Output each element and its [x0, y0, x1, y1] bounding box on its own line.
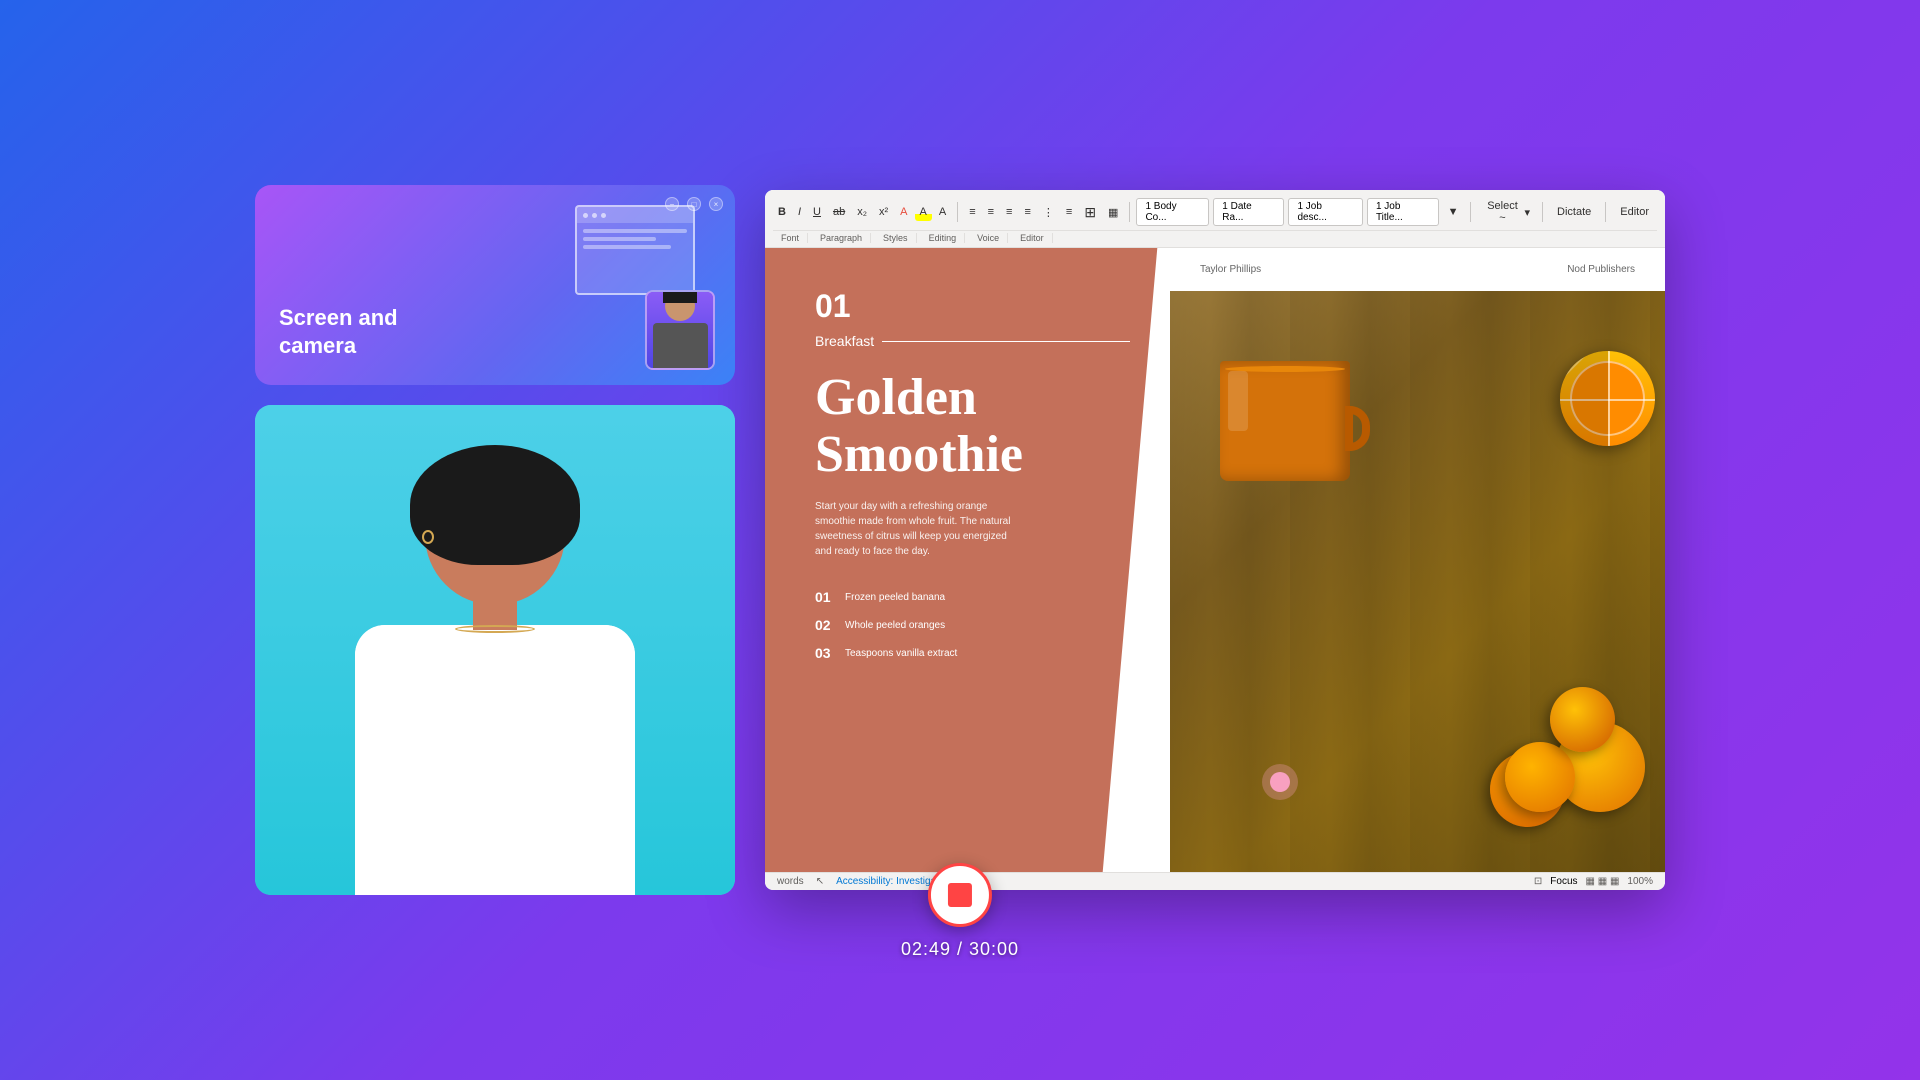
highlight-button[interactable]: A: [915, 203, 932, 221]
numbering-button[interactable]: ≡: [1061, 203, 1077, 221]
close-btn[interactable]: ×: [709, 197, 723, 211]
person-thumbnail: [645, 290, 715, 370]
cursor-icon: ↖: [816, 876, 824, 887]
style-job-title[interactable]: 1 Job Title...: [1367, 198, 1439, 226]
ingredient-num-1: 01: [815, 589, 835, 605]
strikethrough-button[interactable]: ab: [828, 203, 850, 221]
editor-section-label: Editor: [1012, 233, 1053, 243]
superscript-button[interactable]: x²: [874, 203, 893, 221]
stop-icon: [948, 883, 972, 907]
zoom-level: 100%: [1627, 876, 1653, 887]
paragraph-section-label: Paragraph: [812, 233, 871, 243]
separator-2: [1129, 202, 1130, 222]
screen-camera-card[interactable]: − □ ×: [255, 185, 735, 385]
camera-person-view: [255, 405, 735, 895]
recording-overlay: 02:49 / 30:00: [901, 863, 1019, 960]
doc-image-area: [1170, 291, 1665, 872]
bold-button[interactable]: B: [773, 203, 791, 221]
shading-button[interactable]: ▦: [1103, 203, 1123, 222]
justify-button[interactable]: ≡: [1019, 203, 1035, 221]
bullets-button[interactable]: ⋮: [1038, 203, 1059, 222]
ingredient-1: 01 Frozen peeled banana: [815, 589, 1130, 605]
align-center-button[interactable]: ≡: [983, 203, 999, 221]
align-left-button[interactable]: ≡: [964, 203, 980, 221]
layout-view-icons: ▦ ▦ ▦: [1586, 876, 1620, 887]
subscript-button[interactable]: x₂: [852, 203, 872, 221]
focus-button[interactable]: Focus: [1550, 876, 1577, 887]
align-right-button[interactable]: ≡: [1001, 203, 1017, 221]
person-small-image: [647, 292, 713, 368]
ingredient-text-2: Whole peeled oranges: [845, 620, 945, 631]
doc-right-header: Taylor Phillips Nod Publishers: [1170, 248, 1665, 291]
underline-button[interactable]: U: [808, 203, 826, 221]
ingredient-num-3: 03: [815, 645, 835, 661]
font-color-button[interactable]: A: [895, 203, 912, 221]
window-mockup: [575, 205, 695, 295]
ingredient-text-3: Teaspoons vanilla extract: [845, 648, 957, 659]
voice-section-label: Voice: [969, 233, 1008, 243]
doc-author: Taylor Phillips: [1200, 264, 1261, 275]
font-section-label: Font: [773, 233, 808, 243]
style-body[interactable]: 1 Body Co...: [1136, 198, 1209, 226]
doc-publisher: Nod Publishers: [1567, 264, 1635, 275]
person-figure: [325, 435, 665, 895]
flower: [1270, 772, 1290, 792]
separator-3: [1470, 202, 1471, 222]
doc-ingredients-list: 01 Frozen peeled banana 02 Whole peeled …: [815, 589, 1130, 661]
separator-1: [957, 202, 958, 222]
doc-category: Breakfast: [815, 333, 1130, 349]
stop-recording-button[interactable]: [928, 863, 992, 927]
dictate-button[interactable]: Dictate: [1549, 203, 1599, 221]
doc-title: Golden Smoothie: [815, 369, 1130, 483]
style-date[interactable]: 1 Date Ra...: [1213, 198, 1284, 226]
toolbar-ribbon-top: B I U ab x₂ x² A A A ≡ ≡ ≡ ≡ ⋮ ≡ ⊞ ▦: [773, 194, 1657, 230]
editing-section-label: Editing: [921, 233, 966, 243]
word-count: words: [777, 876, 804, 887]
separator-4: [1542, 202, 1543, 222]
orange-half: [1560, 351, 1655, 446]
ingredient-3: 03 Teaspoons vanilla extract: [815, 645, 1130, 661]
focus-icon: ⊡: [1534, 876, 1542, 887]
screen-camera-title: Screen and camera: [279, 304, 398, 361]
camera-card[interactable]: [255, 405, 735, 895]
styles-expand-button[interactable]: ▼: [1443, 203, 1464, 221]
ingredient-num-2: 02: [815, 617, 835, 633]
ingredient-text-1: Frozen peeled banana: [845, 592, 945, 603]
left-panel: − □ ×: [255, 185, 735, 895]
style-job-desc[interactable]: 1 Job desc...: [1288, 198, 1363, 226]
styles-section-label: Styles: [875, 233, 917, 243]
recording-timer: 02:49 / 30:00: [901, 939, 1019, 960]
word-toolbar: B I U ab x₂ x² A A A ≡ ≡ ≡ ≡ ⋮ ≡ ⊞ ▦: [765, 190, 1665, 248]
statusbar-right: ⊡ Focus ▦ ▦ ▦ 100%: [1534, 876, 1653, 887]
section-labels-row: Font Paragraph Styles Editing Voice Edit…: [773, 230, 1657, 243]
doc-right-section: Taylor Phillips Nod Publishers: [1170, 248, 1665, 872]
select-button[interactable]: Select ~ ▾: [1477, 198, 1536, 226]
italic-button[interactable]: I: [793, 203, 806, 221]
styles-row: 1 Body Co... 1 Date Ra... 1 Job desc... …: [1136, 196, 1463, 228]
word-document: 01 Breakfast Golden Smoothie Start your …: [765, 248, 1665, 872]
smoothie-image: [1170, 291, 1665, 872]
separator-5: [1605, 202, 1606, 222]
ingredient-2: 02 Whole peeled oranges: [815, 617, 1130, 633]
doc-left-section: 01 Breakfast Golden Smoothie Start your …: [765, 248, 1170, 872]
smoothie-cup: [1200, 321, 1370, 481]
doc-description: Start your day with a refreshing orange …: [815, 499, 1015, 559]
indent-button[interactable]: ⊞: [1079, 201, 1101, 224]
word-panel: B I U ab x₂ x² A A A ≡ ≡ ≡ ≡ ⋮ ≡ ⊞ ▦: [765, 190, 1665, 890]
select-chevron-icon: ▾: [1524, 206, 1530, 219]
font-clear-button[interactable]: A: [934, 203, 951, 221]
doc-number: 01: [815, 288, 1130, 325]
editor-button[interactable]: Editor: [1612, 203, 1657, 221]
